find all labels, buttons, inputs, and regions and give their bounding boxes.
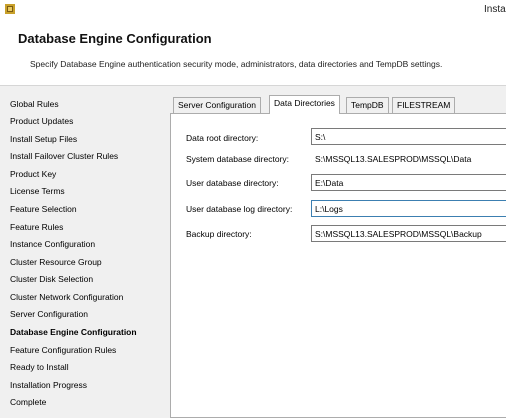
data-root-input[interactable] — [311, 128, 506, 145]
sidebar-steps: Global Rules Product Updates Install Set… — [0, 87, 160, 418]
sidebar-item-feature-selection[interactable]: Feature Selection — [10, 204, 77, 214]
tab-data-directories[interactable]: Data Directories — [269, 95, 340, 114]
main-content: Server Configuration Data Directories Te… — [160, 87, 506, 418]
data-root-label: Data root directory: — [186, 133, 259, 143]
sidebar-item-complete[interactable]: Complete — [10, 397, 46, 407]
sidebar-item-install-setup-files[interactable]: Install Setup Files — [10, 134, 77, 144]
sidebar-item-server-configuration[interactable]: Server Configuration — [10, 309, 88, 319]
system-db-value: S:\MSSQL13.SALESPROD\MSSQL\Data — [315, 154, 472, 164]
sidebar-item-product-updates[interactable]: Product Updates — [10, 116, 73, 126]
page-title: Database Engine Configuration — [18, 31, 212, 46]
window-title: Insta — [484, 4, 506, 15]
sidebar-item-database-engine-configuration[interactable]: Database Engine Configuration — [10, 327, 137, 337]
sidebar-item-install-failover-cluster-rules[interactable]: Install Failover Cluster Rules — [10, 151, 118, 161]
page-header: Database Engine Configuration Specify Da… — [0, 20, 506, 86]
sidebar-item-cluster-resource-group[interactable]: Cluster Resource Group — [10, 257, 102, 267]
tab-filestream[interactable]: FILESTREAM — [392, 97, 456, 114]
user-db-input[interactable] — [311, 174, 506, 191]
user-db-log-input[interactable] — [311, 200, 506, 217]
data-directories-panel: Data root directory: System database dir… — [170, 113, 506, 418]
sidebar-item-instance-configuration[interactable]: Instance Configuration — [10, 239, 95, 249]
sidebar-item-ready-to-install[interactable]: Ready to Install — [10, 362, 69, 372]
sidebar-item-cluster-network-configuration[interactable]: Cluster Network Configuration — [10, 292, 123, 302]
sidebar-item-cluster-disk-selection[interactable]: Cluster Disk Selection — [10, 274, 93, 284]
user-db-label: User database directory: — [186, 178, 279, 188]
user-db-log-label: User database log directory: — [186, 204, 293, 214]
title-bar: Insta — [0, 0, 506, 20]
tab-tempdb[interactable]: TempDB — [346, 97, 389, 114]
sidebar-item-installation-progress[interactable]: Installation Progress — [10, 380, 87, 390]
sidebar-item-feature-rules[interactable]: Feature Rules — [10, 222, 63, 232]
system-db-label: System database directory: — [186, 154, 289, 164]
sidebar-item-license-terms[interactable]: License Terms — [10, 186, 65, 196]
page-description: Specify Database Engine authentication s… — [30, 59, 443, 69]
sidebar-item-feature-configuration-rules[interactable]: Feature Configuration Rules — [10, 345, 116, 355]
backup-label: Backup directory: — [186, 229, 252, 239]
sidebar-item-global-rules[interactable]: Global Rules — [10, 99, 59, 109]
sql-setup-icon — [5, 4, 15, 14]
backup-input[interactable] — [311, 225, 506, 242]
tab-server-configuration[interactable]: Server Configuration — [173, 97, 261, 114]
sidebar-item-product-key[interactable]: Product Key — [10, 169, 56, 179]
